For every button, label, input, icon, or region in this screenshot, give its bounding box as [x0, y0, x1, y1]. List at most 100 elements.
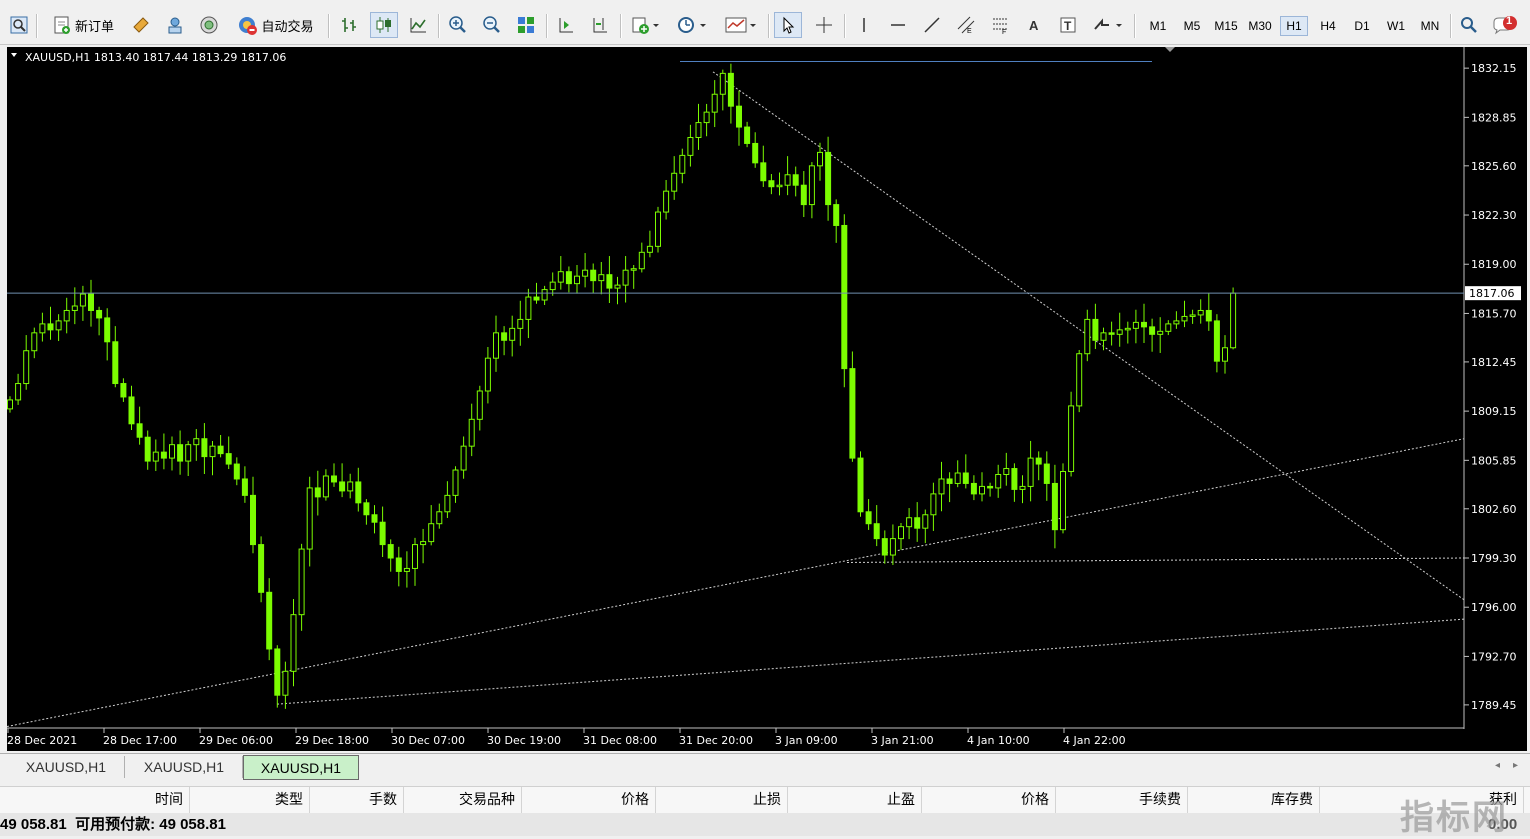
candle-bull [889, 538, 896, 556]
timeframe-m1[interactable]: M1 [1144, 16, 1172, 36]
time-tick-label: 28 Dec 2021 [7, 734, 77, 747]
candle-bull [1173, 320, 1180, 325]
candle-bear [1011, 468, 1018, 490]
timeframe-m15[interactable]: M15 [1210, 16, 1242, 36]
chart-shift-icon[interactable] [552, 12, 580, 38]
candle-bear [331, 475, 337, 483]
fibonacci-icon[interactable]: F [986, 12, 1014, 38]
candle-bear [1043, 463, 1050, 484]
price-tick-label: 1792.70 [1471, 650, 1517, 663]
candle-bear [800, 184, 807, 206]
timeframe-m5[interactable]: M5 [1178, 16, 1206, 36]
navigator-icon[interactable] [196, 12, 222, 38]
chart-tab[interactable]: XAUUSD,H1 [8, 756, 125, 778]
candle-bear [96, 309, 103, 319]
candle-bear [533, 296, 540, 301]
arrows-dropdown[interactable] [1088, 12, 1128, 38]
column-stop-loss[interactable]: 止损 [656, 787, 788, 813]
column-time[interactable]: 时间 [0, 787, 190, 813]
cursor-icon[interactable] [774, 12, 802, 38]
svg-text:A: A [1029, 18, 1039, 33]
candle-bear [1205, 309, 1212, 322]
candle-bull [15, 383, 22, 401]
time-tick-label: 31 Dec 08:00 [583, 734, 657, 747]
candle-bull [31, 332, 38, 352]
svg-text:T: T [1064, 19, 1072, 33]
candle-bear [250, 494, 256, 546]
balance-status-row: 49 058.81 可用预付款: 49 058.81 0.00 [0, 813, 1530, 836]
crosshair-icon[interactable] [810, 12, 838, 38]
chart-window: 1832.15 1828.85 1825.60 1822.30 1819.00 1815.… [0, 45, 1530, 753]
data-window-icon[interactable] [162, 12, 188, 38]
horizontal-line-icon[interactable] [884, 12, 912, 38]
candle-bull [995, 473, 1002, 489]
market-watch-icon[interactable] [128, 12, 154, 38]
column-take-profit[interactable]: 止盈 [788, 787, 922, 813]
tab-scroll-left-icon[interactable]: ◂ [1495, 760, 1500, 771]
candle-bear [606, 274, 613, 289]
candle-bull [1181, 315, 1188, 322]
channel-icon[interactable]: E [952, 12, 980, 38]
text-label-icon[interactable]: T [1054, 12, 1082, 38]
tile-windows-icon[interactable] [512, 12, 540, 38]
price-tick-label: 1812.45 [1471, 356, 1517, 369]
candle-bull [63, 309, 70, 322]
timeframe-w1[interactable]: W1 [1382, 16, 1410, 36]
column-current-price[interactable]: 价格 [922, 787, 1056, 813]
candle-bull [1019, 485, 1026, 490]
candle-bear [144, 436, 151, 462]
timeframe-d1[interactable]: D1 [1348, 16, 1376, 36]
svg-text:F: F [1002, 29, 1006, 35]
candle-bear [565, 271, 572, 285]
vertical-line-icon[interactable] [850, 12, 878, 38]
candle-bull [574, 275, 580, 285]
tab-scroll-right-icon[interactable]: ▸ [1513, 760, 1518, 771]
candle-bull [412, 544, 418, 569]
candle-bull [484, 357, 491, 392]
zoom-out-icon[interactable] [478, 12, 506, 38]
price-tick-label: 1828.85 [1471, 111, 1517, 124]
column-volume[interactable]: 手数 [310, 787, 404, 813]
column-swap[interactable]: 库存费 [1188, 787, 1320, 813]
candle-bull [282, 670, 289, 696]
toolbar-separator [546, 14, 548, 38]
candlestick-chart-icon[interactable] [370, 12, 398, 38]
price-tick-label: 1825.60 [1471, 160, 1517, 173]
timeframe-mn[interactable]: MN [1416, 16, 1444, 36]
timeframe-m30[interactable]: M30 [1244, 16, 1276, 36]
price-tick-label: 1822.30 [1471, 209, 1517, 222]
timeframe-h4[interactable]: H4 [1314, 16, 1342, 36]
chart-tab[interactable]: XAUUSD,H1 [126, 756, 243, 778]
profiles-icon[interactable] [6, 12, 32, 38]
chart-tab-active[interactable]: XAUUSD,H1 [243, 755, 359, 780]
candle-bear [225, 453, 232, 465]
column-symbol[interactable]: 交易品种 [404, 787, 522, 813]
bar-chart-icon[interactable] [336, 12, 364, 38]
price-chart[interactable]: 1832.15 1828.85 1825.60 1822.30 1819.00 1815.… [7, 47, 1527, 751]
column-price[interactable]: 价格 [522, 787, 656, 813]
candle-bull [1197, 309, 1204, 316]
zoom-in-icon[interactable] [444, 12, 472, 38]
auto-scroll-icon[interactable] [586, 12, 614, 38]
search-icon[interactable] [1456, 12, 1482, 38]
new-order-button[interactable]: 新订单 [44, 12, 122, 38]
timeframe-h1[interactable]: H1 [1280, 16, 1308, 36]
chart-info-label: XAUUSD,H1 1813.40 1817.44 1813.29 1817.0… [25, 51, 286, 64]
notifications-icon[interactable]: 1 [1490, 12, 1520, 38]
templates-dropdown[interactable] [720, 12, 762, 38]
candle-bull [298, 548, 305, 616]
line-chart-icon[interactable] [404, 12, 432, 38]
candle-bear [387, 544, 394, 559]
candle-bull [1116, 329, 1123, 335]
trendline-icon[interactable] [918, 12, 946, 38]
auto-trading-button[interactable]: 自动交易 [228, 12, 322, 38]
periods-dropdown[interactable] [672, 12, 712, 38]
time-tick-label: 3 Jan 21:00 [871, 734, 934, 747]
candle-bear [217, 445, 224, 455]
text-icon[interactable]: A [1020, 12, 1048, 38]
indicators-dropdown[interactable] [626, 12, 664, 38]
column-commission[interactable]: 手续费 [1056, 787, 1188, 813]
candle-bull [152, 451, 159, 462]
candle-bull [1189, 314, 1196, 317]
column-type[interactable]: 类型 [190, 787, 310, 813]
